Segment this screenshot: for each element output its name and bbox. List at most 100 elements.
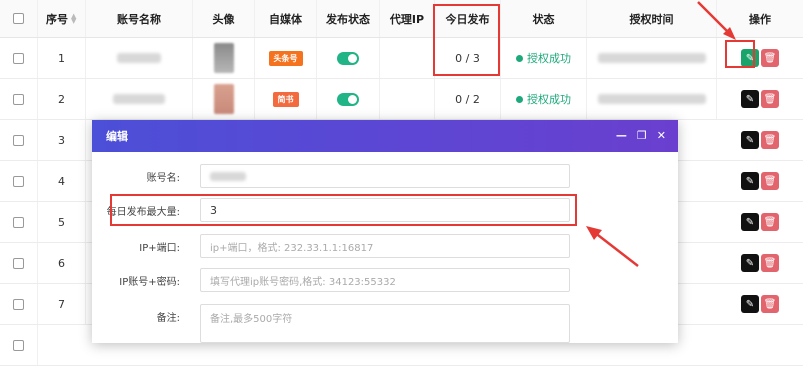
row-checkbox[interactable]: [13, 298, 24, 310]
header-today-publish-label: 今日发布: [445, 12, 490, 26]
remark-row: 备注: 备注,最多500字符: [92, 304, 678, 343]
delete-button[interactable]: 🗑: [761, 90, 779, 108]
row-checkbox[interactable]: [13, 52, 24, 64]
row-seq: 1: [38, 38, 86, 78]
ip-port-label: IP+端口:: [139, 242, 180, 254]
status-dot-icon: [516, 54, 523, 62]
delete-button[interactable]: 🗑: [761, 254, 779, 272]
row-actions: ✎ 🗑: [717, 284, 803, 324]
status-label: 授权成功: [527, 93, 571, 106]
account-name-label: 账号名:: [146, 172, 180, 184]
maximize-icon[interactable]: ❐: [637, 129, 647, 142]
trash-icon: 🗑: [763, 134, 777, 146]
row-account-name: [86, 38, 193, 78]
delete-button[interactable]: 🗑: [761, 295, 779, 313]
row-seq-label: 5: [58, 215, 65, 229]
header-actions-label: 操作: [749, 12, 771, 26]
header-seq[interactable]: 序号 ▲ ▼: [38, 0, 86, 37]
row-auth-time: [587, 79, 717, 119]
ip-port-field[interactable]: ip+端口，格式: 232.33.1.1:16817: [200, 234, 570, 258]
row-actions: ✎ 🗑: [717, 120, 803, 160]
delete-button[interactable]: 🗑: [761, 131, 779, 149]
row-checkbox-cell: [0, 202, 38, 242]
edit-button[interactable]: ✎: [741, 172, 759, 190]
blurred-account-value: [210, 171, 246, 181]
row-publish-status: [317, 38, 380, 78]
edit-button[interactable]: ✎: [741, 90, 759, 108]
row-checkbox-cell: [0, 325, 38, 365]
header-auth-time-label: 授权时间: [629, 12, 674, 26]
row-seq: 3: [38, 120, 86, 160]
row-actions: ✎ 🗑: [717, 38, 803, 78]
blurred-account-name: [117, 53, 161, 63]
edit-button[interactable]: ✎: [741, 49, 759, 67]
media-tag: 头条号: [268, 50, 303, 66]
delete-button[interactable]: 🗑: [761, 49, 779, 67]
row-proxy-ip: [380, 38, 435, 78]
header-publish-status: 发布状态: [317, 0, 380, 37]
header-media-label: 自媒体: [269, 12, 302, 26]
ip-port-placeholder: ip+端口，格式: 232.33.1.1:16817: [210, 242, 374, 254]
row-seq-label: 3: [58, 133, 65, 147]
today-publish-count: 0 / 2: [455, 92, 480, 106]
max-publish-value: 3: [210, 203, 217, 217]
remark-placeholder: 备注,最多500字符: [210, 314, 293, 325]
header-auth-time: 授权时间: [587, 0, 717, 37]
row-checkbox-cell: [0, 284, 38, 324]
delete-button[interactable]: 🗑: [761, 172, 779, 190]
row-seq: 6: [38, 243, 86, 283]
ip-account-field[interactable]: 填写代理ip账号密码,格式: 34123:55332: [200, 268, 570, 292]
row-actions: ✎ 🗑: [717, 243, 803, 283]
edit-button[interactable]: ✎: [741, 295, 759, 313]
publish-toggle[interactable]: [337, 51, 359, 65]
row-checkbox[interactable]: [13, 134, 24, 146]
minimize-icon[interactable]: —: [616, 129, 627, 142]
pencil-icon: ✎: [745, 93, 755, 105]
pencil-icon: ✎: [745, 175, 755, 187]
row-checkbox-cell: [0, 243, 38, 283]
remark-field[interactable]: 备注,最多500字符: [200, 304, 570, 343]
close-icon[interactable]: ✕: [657, 129, 666, 142]
ip-port-row: IP+端口: ip+端口，格式: 232.33.1.1:16817: [92, 234, 678, 258]
pencil-icon: ✎: [745, 298, 755, 310]
row-proxy-ip: [380, 79, 435, 119]
avatar: [213, 84, 234, 114]
sort-icon[interactable]: ▲ ▼: [71, 12, 77, 24]
status-badge: 授权成功: [516, 50, 571, 66]
max-publish-row: 每日发布最大量: 3: [92, 198, 678, 222]
edit-button[interactable]: ✎: [741, 131, 759, 149]
edit-button[interactable]: ✎: [741, 213, 759, 231]
row-checkbox[interactable]: [13, 93, 24, 105]
row-account-name: [86, 79, 193, 119]
table-row: 2 简书 0 / 2 授权成功 ✎ 🗑: [0, 79, 803, 120]
row-auth-time: [587, 38, 717, 78]
select-all-checkbox[interactable]: [13, 13, 24, 24]
max-publish-field[interactable]: 3: [200, 198, 570, 222]
header-seq-label: 序号: [46, 12, 68, 26]
row-checkbox[interactable]: [13, 216, 24, 228]
header-account-name-label: 账号名称: [117, 12, 161, 26]
row-today-publish: 0 / 3: [435, 38, 501, 78]
row-checkbox[interactable]: [13, 339, 24, 351]
remark-label: 备注:: [156, 312, 180, 324]
row-seq: 7: [38, 284, 86, 324]
pencil-icon: ✎: [745, 216, 755, 228]
status-badge: 授权成功: [516, 91, 571, 107]
edit-button[interactable]: ✎: [741, 254, 759, 272]
modal-header: 编辑 — ❐ ✕: [92, 120, 678, 152]
status-dot-icon: [516, 95, 523, 103]
trash-icon: 🗑: [763, 93, 777, 105]
blurred-auth-time: [597, 94, 706, 104]
row-checkbox-cell: [0, 120, 38, 160]
blurred-account-name: [113, 94, 165, 104]
account-name-row: 账号名:: [92, 164, 678, 188]
row-checkbox[interactable]: [13, 257, 24, 269]
pencil-icon: ✎: [745, 52, 755, 64]
row-checkbox[interactable]: [13, 175, 24, 187]
row-publish-status: [317, 79, 380, 119]
delete-button[interactable]: 🗑: [761, 213, 779, 231]
publish-toggle[interactable]: [337, 92, 359, 106]
media-tag: 简书: [272, 91, 299, 107]
trash-icon: 🗑: [763, 216, 777, 228]
account-name-field[interactable]: [200, 164, 570, 188]
